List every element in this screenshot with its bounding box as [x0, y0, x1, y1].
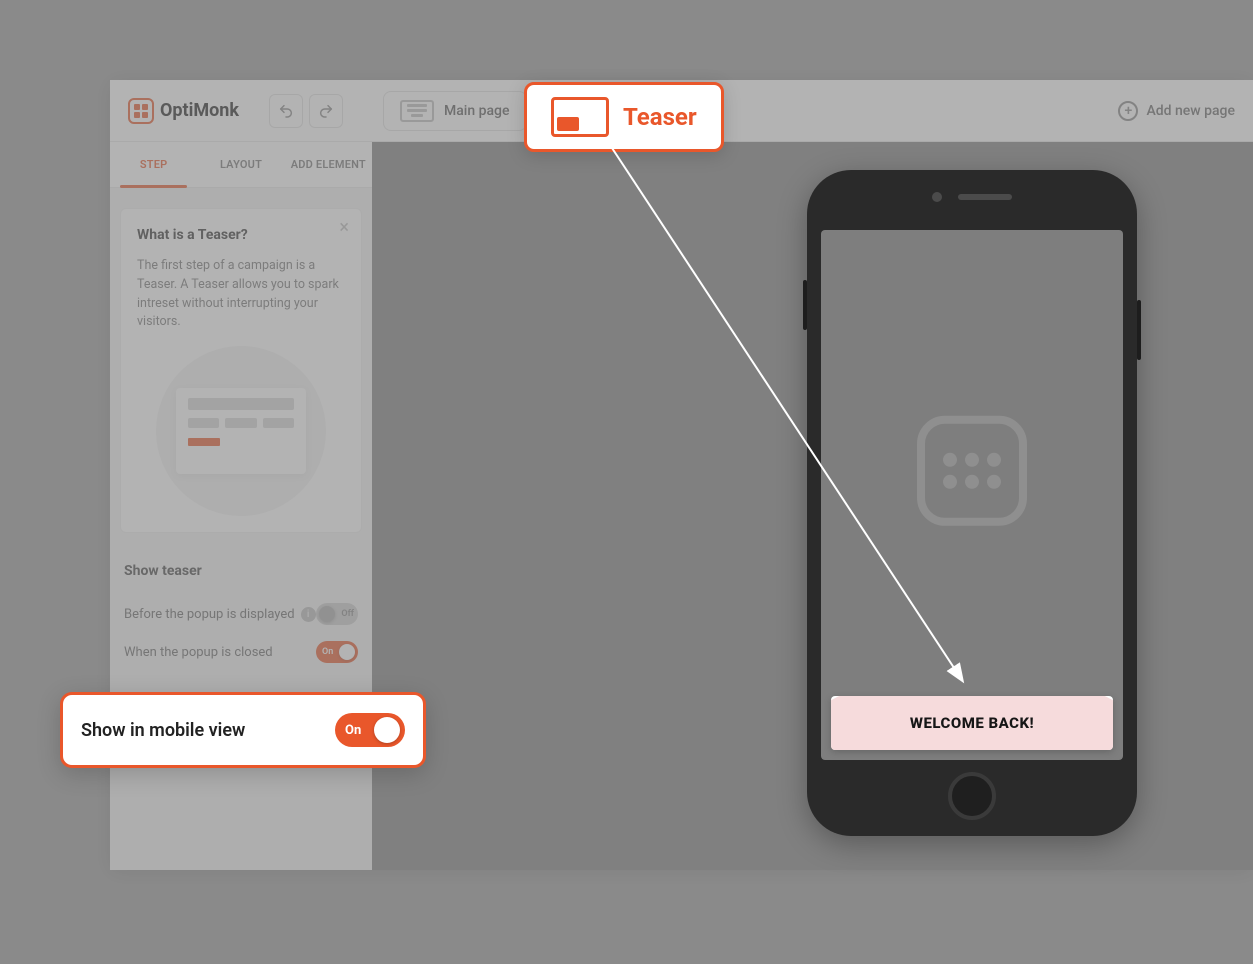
- toggle-before-popup[interactable]: Off: [316, 603, 358, 625]
- show-mobile-label: Show in mobile view: [81, 720, 245, 741]
- phone-camera-icon: [932, 192, 942, 202]
- option-popup-closed: When the popup is closed On: [120, 633, 362, 671]
- teaser-preview[interactable]: WELCOME BACK!: [831, 696, 1113, 750]
- brand-logo: OptiMonk: [128, 98, 239, 124]
- redo-button[interactable]: [309, 94, 343, 128]
- page-chip-teaser[interactable]: Teaser: [524, 82, 724, 152]
- teaser-info-card: × What is a Teaser? The first step of a …: [120, 208, 362, 533]
- tab-add-element[interactable]: ADD ELEMENT: [285, 142, 372, 187]
- option-before-label: Before the popup is displayed: [124, 607, 295, 622]
- undo-button[interactable]: [269, 94, 303, 128]
- info-icon[interactable]: i: [301, 607, 316, 622]
- main-page-icon: [400, 100, 434, 122]
- phone-mockup: WELCOME BACK!: [807, 170, 1137, 836]
- page-chip-main[interactable]: Main page: [383, 91, 526, 131]
- tab-step[interactable]: STEP: [110, 142, 197, 187]
- undo-icon: [278, 103, 294, 119]
- close-icon[interactable]: ×: [339, 219, 349, 237]
- tab-layout[interactable]: LAYOUT: [197, 142, 284, 187]
- phone-screen: WELCOME BACK!: [821, 230, 1123, 760]
- brand-name: OptiMonk: [160, 100, 239, 121]
- show-teaser-title: Show teaser: [124, 563, 358, 579]
- add-page-button[interactable]: + Add new page: [1118, 101, 1235, 121]
- show-mobile-view-card: Show in mobile view On: [60, 692, 426, 768]
- toggle-show-mobile[interactable]: On: [335, 713, 405, 747]
- teaser-chip-icon: [551, 97, 609, 137]
- toggle-popup-closed[interactable]: On: [316, 641, 358, 663]
- sidebar-tabs: STEP LAYOUT ADD ELEMENT: [110, 142, 372, 188]
- phone-speaker-icon: [958, 194, 1012, 200]
- info-title: What is a Teaser?: [137, 227, 345, 243]
- teaser-preview-text: WELCOME BACK!: [910, 714, 1034, 732]
- phone-placeholder-logo: [917, 416, 1027, 526]
- redo-icon: [318, 103, 334, 119]
- phone-home-button: [948, 772, 996, 820]
- info-illustration: [137, 356, 345, 506]
- plus-circle-icon: +: [1118, 101, 1138, 121]
- info-body: The first step of a campaign is a Teaser…: [137, 257, 345, 332]
- main-page-label: Main page: [444, 103, 509, 119]
- option-before-popup: Before the popup is displayed i Off: [120, 595, 362, 633]
- option-closed-label: When the popup is closed: [124, 645, 273, 660]
- logo-icon: [128, 98, 154, 124]
- add-page-label: Add new page: [1146, 103, 1235, 119]
- teaser-chip-label: Teaser: [623, 103, 697, 131]
